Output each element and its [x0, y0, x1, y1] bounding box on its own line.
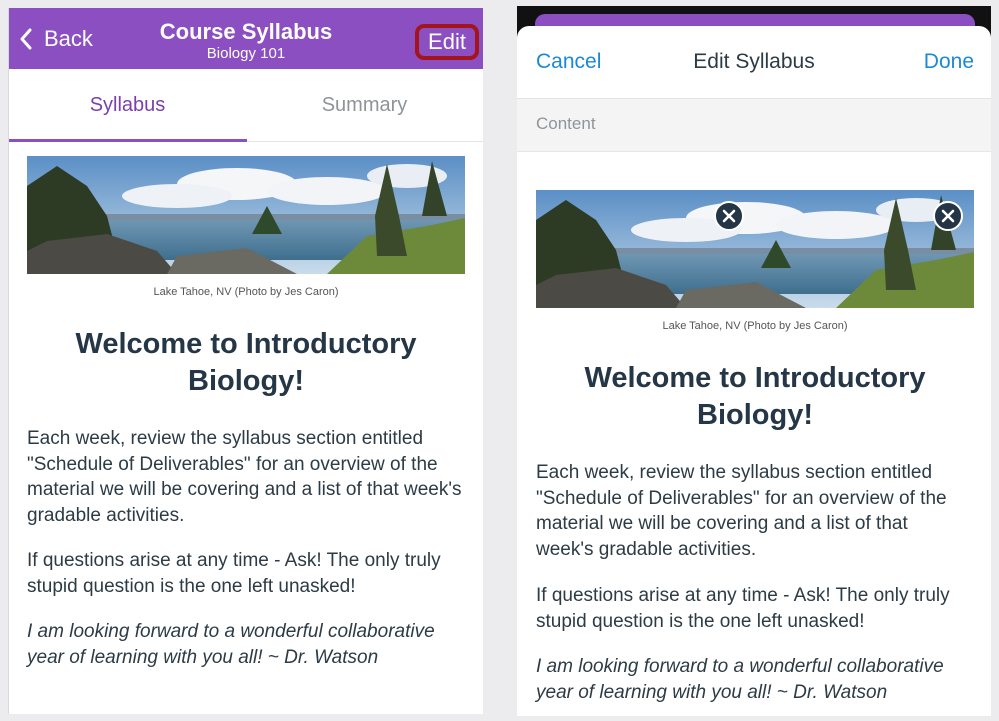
remove-image-button[interactable] [714, 201, 744, 231]
heading-line-2: Biology! [188, 365, 304, 397]
section-label: Content [536, 114, 596, 133]
paragraph-schedule: Each week, review the syllabus section e… [27, 428, 462, 526]
content-section-header: Content [517, 99, 991, 152]
paragraph-signoff: I am looking forward to a wonderful coll… [27, 621, 435, 668]
tab-syllabus[interactable]: Syllabus [9, 69, 247, 142]
photo-caption: Lake Tahoe, NV (Photo by Jes Caron) [662, 320, 848, 332]
syllabus-heading[interactable]: Welcome to Introductory Biology! [536, 360, 974, 434]
paragraph-questions[interactable]: If questions arise at any time - Ask! Th… [536, 583, 966, 634]
syllabus-heading: Welcome to Introductory Biology! [27, 326, 465, 400]
done-button[interactable]: Done [924, 50, 974, 74]
photo-caption: Lake Tahoe, NV (Photo by Jes Caron) [153, 286, 339, 298]
paragraph-schedule[interactable]: Each week, review the syllabus section e… [536, 460, 961, 562]
close-icon [722, 209, 736, 223]
edit-syllabus-modal-container: Cancel Edit Syllabus Done Content Lake T… [517, 6, 991, 716]
lake-tahoe-photo-editable[interactable] [536, 190, 974, 308]
lake-tahoe-photo [27, 156, 465, 274]
heading-line-1: Welcome to Introductory [75, 328, 417, 360]
course-name: Biology 101 [206, 45, 286, 62]
edit-syllabus-sheet: Cancel Edit Syllabus Done Content Lake T… [517, 26, 991, 716]
heading-line-2: Biology! [697, 399, 813, 431]
modal-title: Edit Syllabus [693, 50, 815, 73]
heading-line-1: Welcome to Introductory [584, 362, 926, 394]
tab-summary[interactable]: Summary [246, 69, 483, 141]
syllabus-view: Back Course Syllabus Biology 101 Edit Sy… [8, 8, 483, 714]
paragraph-signoff[interactable]: I am looking forward to a wonderful coll… [536, 654, 956, 705]
edit-button[interactable]: Edit [415, 24, 479, 60]
nav-bar: Back Course Syllabus Biology 101 Edit [9, 8, 483, 69]
tab-bar: Syllabus Summary [9, 69, 483, 142]
page-title: Course Syllabus [159, 19, 333, 44]
close-icon [941, 209, 955, 223]
modal-header: Cancel Edit Syllabus Done [517, 26, 991, 99]
paragraph-questions: If questions arise at any time - Ask! Th… [27, 550, 441, 597]
remove-image-button-secondary[interactable] [933, 201, 963, 231]
